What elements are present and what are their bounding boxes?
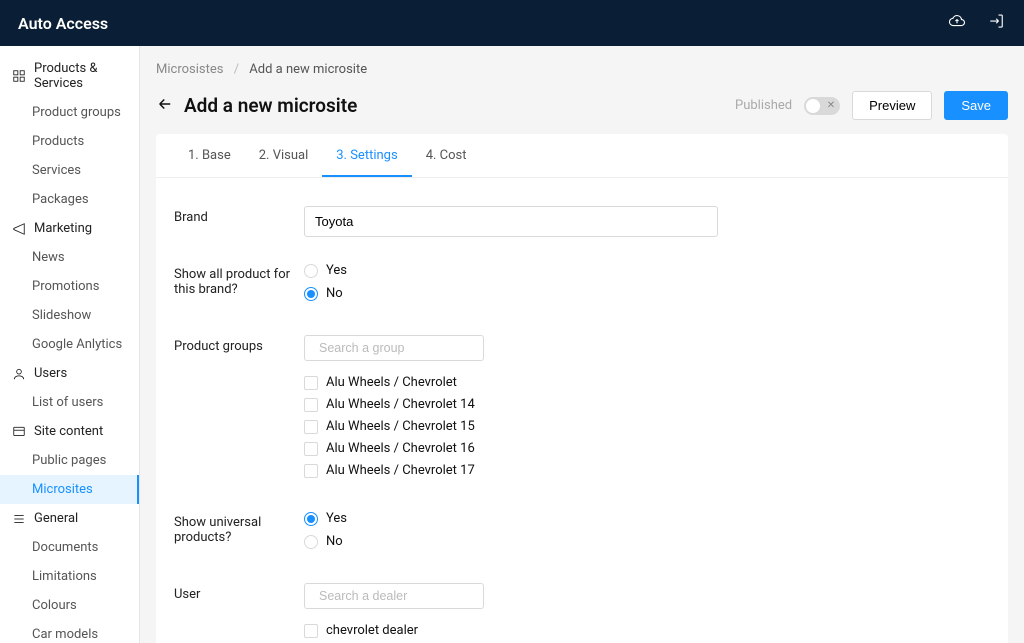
show-all-label: Show all product for this brand? xyxy=(174,263,304,309)
sidebar-item-limitations[interactable]: Limitations xyxy=(0,562,139,591)
sidebar-section-general[interactable]: General xyxy=(0,504,139,533)
sidebar-item-colours[interactable]: Colours xyxy=(0,591,139,620)
breadcrumb-root[interactable]: Microsistes xyxy=(156,62,223,77)
radio-icon xyxy=(304,264,318,278)
product-group-row[interactable]: Alu Wheels / Chevrolet 15 xyxy=(304,419,844,434)
form: Brand Show all product for this brand? Y… xyxy=(156,178,1008,643)
main-content: Microsistes / Add a new microsite Add a … xyxy=(140,46,1024,643)
sidebar-label: Users xyxy=(34,366,67,381)
tabs: 1. Base 2. Visual 3. Settings 4. Cost xyxy=(156,134,1008,178)
dealer-label: chevrolet dealer xyxy=(326,623,418,638)
sidebar-item-services[interactable]: Services xyxy=(0,156,139,185)
radio-icon xyxy=(304,535,318,549)
radio-label: Yes xyxy=(326,511,347,526)
sidebar-item-promotions[interactable]: Promotions xyxy=(0,272,139,301)
product-group-label: Alu Wheels / Chevrolet 14 xyxy=(326,397,475,412)
product-group-row[interactable]: Alu Wheels / Chevrolet xyxy=(304,375,844,390)
sidebar-label: Marketing xyxy=(34,221,92,236)
show-universal-label: Show universal products? xyxy=(174,511,304,557)
sidebar-item-google-analytics[interactable]: Google Anlytics xyxy=(0,330,139,359)
checkbox-icon xyxy=(304,442,318,456)
product-group-row[interactable]: Alu Wheels / Chevrolet 14 xyxy=(304,397,844,412)
user-label: User xyxy=(174,583,304,643)
published-label: Published xyxy=(735,98,792,113)
sidebar-item-list-of-users[interactable]: List of users xyxy=(0,388,139,417)
radio-icon xyxy=(304,512,318,526)
sidebar-section-site-content[interactable]: Site content xyxy=(0,417,139,446)
sidebar-item-public-pages[interactable]: Public pages xyxy=(0,446,139,475)
brand-input[interactable] xyxy=(304,206,718,237)
radio-icon xyxy=(304,287,318,301)
show-all-no-row[interactable]: No xyxy=(304,286,844,301)
cloud-icon[interactable] xyxy=(948,12,966,34)
sidebar-item-product-groups[interactable]: Product groups xyxy=(0,98,139,127)
sidebar-item-car-models[interactable]: Car models xyxy=(0,620,139,643)
product-group-row[interactable]: Alu Wheels / Chevrolet 17 xyxy=(304,463,844,478)
sidebar-item-products[interactable]: Products xyxy=(0,127,139,156)
save-button[interactable]: Save xyxy=(944,91,1008,120)
tab-cost[interactable]: 4. Cost xyxy=(412,134,481,177)
sidebar-section-users[interactable]: Users xyxy=(0,359,139,388)
show-universal-yes-row[interactable]: Yes xyxy=(304,511,844,526)
topbar-icons xyxy=(948,12,1006,34)
tab-base[interactable]: 1. Base xyxy=(174,134,245,177)
back-icon[interactable] xyxy=(156,95,174,117)
search-dealer-wrap[interactable] xyxy=(304,583,484,609)
product-group-label: Alu Wheels / Chevrolet 17 xyxy=(326,463,475,478)
tab-settings[interactable]: 3. Settings xyxy=(322,134,411,177)
published-toggle[interactable] xyxy=(804,97,840,115)
sidebar-label: General xyxy=(34,511,78,526)
product-group-label: Alu Wheels / Chevrolet xyxy=(326,375,457,390)
sidebar-section-products-services[interactable]: Products & Services xyxy=(0,54,139,98)
radio-label: Yes xyxy=(326,263,347,278)
product-groups-label: Product groups xyxy=(174,335,304,485)
checkbox-icon xyxy=(304,376,318,390)
page-title: Add a new microsite xyxy=(184,94,357,117)
dealer-row[interactable]: chevrolet dealer xyxy=(304,623,844,638)
logout-icon[interactable] xyxy=(988,12,1006,34)
tab-visual[interactable]: 2. Visual xyxy=(245,134,323,177)
sidebar-item-packages[interactable]: Packages xyxy=(0,185,139,214)
sidebar-label: Site content xyxy=(34,424,103,439)
show-universal-no-row[interactable]: No xyxy=(304,534,844,549)
sidebar-item-documents[interactable]: Documents xyxy=(0,533,139,562)
product-group-label: Alu Wheels / Chevrolet 15 xyxy=(326,419,475,434)
sidebar-section-marketing[interactable]: Marketing xyxy=(0,214,139,243)
breadcrumb-sep: / xyxy=(234,62,239,77)
brand-label: Brand xyxy=(174,206,304,237)
radio-label: No xyxy=(326,286,343,301)
sidebar: Products & Services Product groups Produ… xyxy=(0,46,140,643)
search-group-input[interactable] xyxy=(319,341,480,355)
preview-button[interactable]: Preview xyxy=(852,91,932,120)
search-group-wrap[interactable] xyxy=(304,335,484,361)
page-header: Add a new microsite Published Preview Sa… xyxy=(156,91,1008,120)
product-group-row[interactable]: Alu Wheels / Chevrolet 16 xyxy=(304,441,844,456)
topbar: Auto Access xyxy=(0,0,1024,46)
sidebar-item-microsites[interactable]: Microsites xyxy=(0,475,139,504)
sidebar-item-slideshow[interactable]: Slideshow xyxy=(0,301,139,330)
search-dealer-input[interactable] xyxy=(319,589,480,603)
breadcrumb-current: Add a new microsite xyxy=(249,62,367,77)
form-card: 1. Base 2. Visual 3. Settings 4. Cost Br… xyxy=(156,134,1008,643)
checkbox-icon xyxy=(304,420,318,434)
checkbox-icon xyxy=(304,398,318,412)
sidebar-item-news[interactable]: News xyxy=(0,243,139,272)
radio-label: No xyxy=(326,534,343,549)
checkbox-icon xyxy=(304,624,318,638)
sidebar-label: Products & Services xyxy=(34,61,127,91)
show-all-yes-row[interactable]: Yes xyxy=(304,263,844,278)
product-group-label: Alu Wheels / Chevrolet 16 xyxy=(326,441,475,456)
app-title: Auto Access xyxy=(18,14,108,33)
breadcrumb: Microsistes / Add a new microsite xyxy=(156,62,1008,77)
checkbox-icon xyxy=(304,464,318,478)
